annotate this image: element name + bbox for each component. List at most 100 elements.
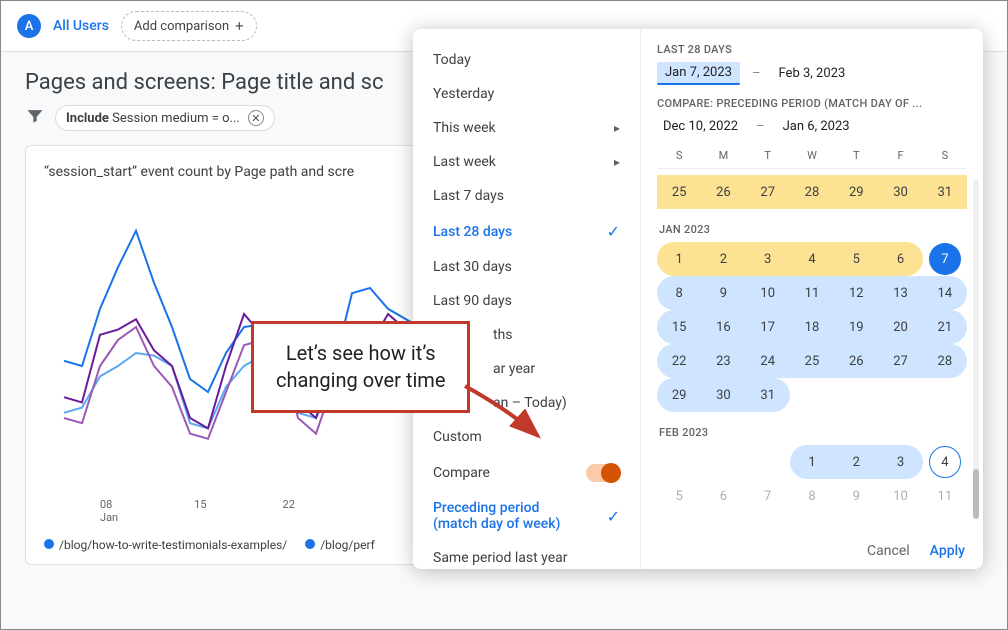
calendar-grid-jan: 1 2 3 4 5 6 7 8 9 10 11 12 13 14 15 16 1… [657,242,967,412]
all-users-chip[interactable]: All Users [53,18,109,34]
check-icon: ✓ [607,222,620,241]
compare-toggle-row: Compare [413,454,640,491]
cal-day[interactable]: 5 [834,242,878,276]
preset-this-week[interactable]: This week▸ [413,111,640,145]
month-label-feb: FEB 2023 [659,426,967,439]
cal-day[interactable]: 20 [878,310,922,344]
cal-day[interactable]: 26 [701,175,745,209]
filter-prefix: Include [66,111,109,126]
legend-dot-icon [305,539,315,549]
day-of-week-header: SMTWTFS [657,149,967,169]
compare-label: Compare [433,465,490,481]
cal-day[interactable]: 21 [923,310,967,344]
cal-day[interactable]: 18 [790,310,834,344]
cal-day[interactable]: 17 [746,310,790,344]
legend-item: /blog/perf [320,538,375,552]
cal-day[interactable]: 11 [790,276,834,310]
range-end-input[interactable]: Feb 3, 2023 [773,63,852,84]
preset-last-week[interactable]: Last week▸ [413,145,640,179]
cal-day[interactable]: 2 [701,242,745,276]
cal-day[interactable]: 27 [746,175,790,209]
cal-day[interactable]: 19 [834,310,878,344]
range-primary-header: LAST 28 DAYS [657,43,967,56]
month-label-jan: JAN 2023 [659,223,967,236]
check-icon: ✓ [607,507,620,526]
cal-day[interactable]: 8 [790,479,834,513]
date-range-popover: Today Yesterday This week▸ Last week▸ La… [413,29,983,569]
add-comparison-button[interactable]: Add comparison + [121,11,257,41]
preset-same-period[interactable]: Same period last year [413,541,640,569]
preset-last-30[interactable]: Last 30 days [413,250,640,284]
cal-day[interactable]: 6 [878,242,922,276]
popover-buttons: Cancel Apply [867,543,965,559]
add-comparison-label: Add comparison [134,19,229,34]
preset-today[interactable]: Today [413,43,640,77]
cal-day[interactable]: 3 [746,242,790,276]
cal-day[interactable]: 31 [923,175,967,209]
preset-column: Today Yesterday This week▸ Last week▸ La… [413,29,641,569]
calendar-grid-feb: 1 2 3 4 5 6 7 8 9 10 11 [657,445,967,513]
annotation-callout: Let’s see how it’s changing over time [251,321,470,413]
cal-day[interactable]: 28 [790,175,834,209]
filter-text: Session medium = o... [112,111,240,126]
calendar-scrollbar[interactable] [973,179,979,519]
cancel-button[interactable]: Cancel [867,543,910,559]
cal-day[interactable]: 5 [657,479,701,513]
avatar[interactable]: A [17,14,41,38]
cal-day[interactable]: 30 [701,378,745,412]
cal-day[interactable]: 9 [834,479,878,513]
cal-day[interactable]: 25 [657,175,701,209]
preset-last-7[interactable]: Last 7 days [413,179,640,213]
cal-day[interactable]: 29 [657,378,701,412]
cal-day[interactable]: 27 [878,344,922,378]
compare-start-input[interactable]: Dec 10, 2022 [657,116,744,137]
preset-preceding-period[interactable]: Preceding period(match day of week) ✓ [413,491,640,541]
cal-day[interactable]: 12 [834,276,878,310]
cal-day[interactable]: 25 [790,344,834,378]
cal-day[interactable]: 16 [701,310,745,344]
plus-icon: + [235,17,244,35]
cal-day[interactable]: 10 [746,276,790,310]
cal-day[interactable]: 9 [701,276,745,310]
preset-last-90[interactable]: Last 90 days [413,284,640,318]
cal-day[interactable]: 4 [790,242,834,276]
cal-day-today[interactable]: 4 [923,445,967,479]
arrow-icon [460,381,550,451]
cal-day[interactable]: 29 [834,175,878,209]
cal-day[interactable]: 11 [923,479,967,513]
cal-day[interactable]: 31 [746,378,790,412]
cal-day[interactable]: 1 [790,445,834,479]
cal-day[interactable]: 14 [923,276,967,310]
compare-end-input[interactable]: Jan 6, 2023 [777,116,856,137]
cal-day[interactable]: 23 [701,344,745,378]
compare-toggle[interactable] [586,464,620,482]
filter-chip[interactable]: Include Session medium = o... ✕ [55,105,275,131]
preset-yesterday[interactable]: Yesterday [413,77,640,111]
cal-day[interactable]: 24 [746,344,790,378]
cal-day[interactable]: 6 [701,479,745,513]
cal-day-selected-start[interactable]: 7 [923,242,967,276]
close-icon[interactable]: ✕ [248,110,264,126]
apply-button[interactable]: Apply [930,543,965,559]
cal-day[interactable]: 13 [878,276,922,310]
cal-day[interactable]: 8 [657,276,701,310]
calendar-column: LAST 28 DAYS Jan 7, 2023 – Feb 3, 2023 C… [641,29,983,569]
cal-day[interactable]: 2 [834,445,878,479]
legend-dot-icon [44,539,54,549]
preset-last-28[interactable]: Last 28 days✓ [413,213,640,250]
cal-day[interactable]: 15 [657,310,701,344]
dash-icon: – [756,119,765,134]
legend-item: /blog/how-to-write-testimonials-examples… [59,538,287,552]
cal-day[interactable]: 26 [834,344,878,378]
cal-day[interactable]: 22 [657,344,701,378]
range-compare-line: Dec 10, 2022 – Jan 6, 2023 [657,116,967,137]
cal-day[interactable]: 28 [923,344,967,378]
cal-day[interactable]: 30 [878,175,922,209]
dash-icon: – [752,66,761,81]
cal-day[interactable]: 3 [878,445,922,479]
cal-day[interactable]: 7 [746,479,790,513]
range-start-input[interactable]: Jan 7, 2023 [657,62,740,85]
cal-day[interactable]: 1 [657,242,701,276]
cal-day[interactable]: 10 [878,479,922,513]
filter-icon[interactable] [25,106,45,130]
